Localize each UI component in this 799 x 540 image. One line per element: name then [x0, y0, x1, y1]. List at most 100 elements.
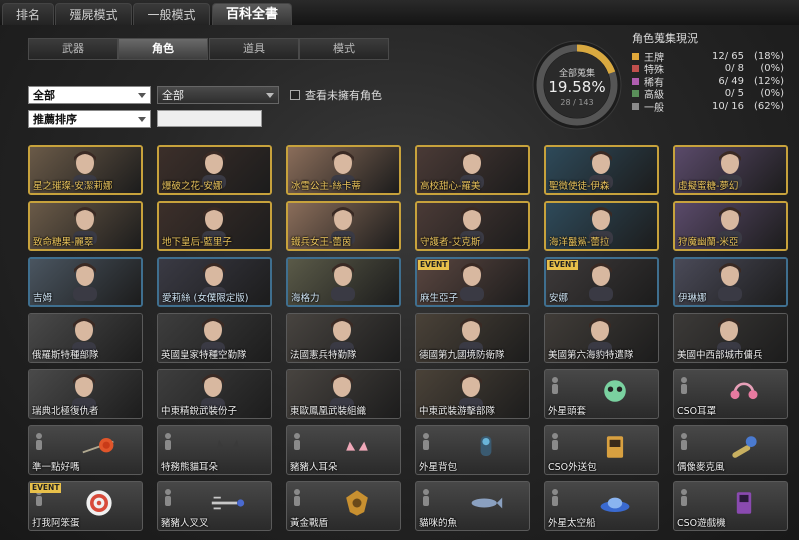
card-name: 特務熊貓耳朵 — [161, 462, 219, 473]
card-name: CSO耳罩 — [677, 406, 717, 417]
character-portrait-icon — [718, 263, 742, 301]
item-icon — [732, 436, 757, 458]
character-card[interactable]: 地下皇后-藍里子 — [157, 201, 272, 251]
card-name: 麻生亞子 — [420, 293, 459, 304]
character-card[interactable]: EVENT 打我阿笨蛋 — [28, 481, 143, 531]
character-card[interactable]: 德國第九國境防衛隊 — [415, 313, 530, 363]
character-card[interactable]: 外星背包 — [415, 425, 530, 475]
character-card[interactable]: 東歐鳳凰武裝組織 — [286, 369, 401, 419]
card-name: 俄羅斯特種部隊 — [32, 350, 99, 361]
card-name: 海洋鬣鯊-蕾拉 — [549, 237, 610, 248]
character-card[interactable]: 俄羅斯特種部隊 — [28, 313, 143, 363]
character-card[interactable]: 守護者-艾克斯 — [415, 201, 530, 251]
character-card[interactable]: EVENT 麻生亞子 — [415, 257, 530, 307]
event-badge: EVENT — [418, 260, 450, 270]
character-card[interactable]: 伊琳娜 — [673, 257, 788, 307]
card-name: 打我阿笨蛋 — [32, 518, 80, 529]
card-name: 聖徵使徒-伊森 — [549, 181, 610, 192]
character-card[interactable]: 特務熊貓耳朵 — [157, 425, 272, 475]
character-card[interactable]: 虛擬蜜糖-夢幻 — [673, 145, 788, 195]
character-card[interactable]: 聖徵使徒-伊森 — [544, 145, 659, 195]
tab-encyclopedia[interactable]: 百科全書 — [212, 3, 292, 26]
mannequin-icon — [294, 433, 300, 450]
event-badge: EVENT — [547, 260, 579, 270]
character-card[interactable]: 外星頭套 — [544, 369, 659, 419]
card-name: 法國憲兵特勤隊 — [290, 350, 357, 361]
card-name: 瑞典北極復仇者 — [32, 406, 99, 417]
subtab-characters[interactable]: 角色 — [118, 38, 208, 60]
stats-rows: 王牌 12/ 65 (18%) 特殊 0/ 8 (0%) 稀有 6/ 49 (12%) 高級 0/ … — [632, 50, 797, 114]
card-name: 虛擬蜜糖-夢幻 — [678, 181, 739, 192]
character-card[interactable]: 法國憲兵特勤隊 — [286, 313, 401, 363]
character-card[interactable]: 瑞典北極復仇者 — [28, 369, 143, 419]
card-name: 致命糖果-麗翠 — [33, 237, 94, 248]
card-name: 高校甜心-羅美 — [420, 181, 481, 192]
character-card[interactable]: 美國中西部城市傭兵 — [673, 313, 788, 363]
stats-name: 一般 — [644, 102, 664, 114]
mannequin-icon — [552, 377, 558, 394]
character-card[interactable]: 貓咪的魚 — [415, 481, 530, 531]
show-unowned-checkbox[interactable]: 查看未擁有角色 — [290, 87, 382, 103]
character-card[interactable]: 鐵兵女王-蕾茵 — [286, 201, 401, 251]
card-name: 黃金戰盾 — [290, 518, 329, 529]
card-name: 守護者-艾克斯 — [420, 237, 481, 248]
category-dropdown[interactable]: 全部 — [28, 86, 151, 104]
item-icon — [480, 436, 492, 456]
subtab-items[interactable]: 道具 — [209, 38, 299, 60]
subtab-modes[interactable]: 模式 — [299, 38, 389, 60]
card-name: 東歐鳳凰武裝組織 — [290, 406, 367, 417]
character-card[interactable]: 高校甜心-羅美 — [415, 145, 530, 195]
tab-normal-mode[interactable]: 一般模式 — [133, 3, 210, 26]
character-card[interactable]: 豬豬人耳朵 — [286, 425, 401, 475]
character-card[interactable]: CSO外送包 — [544, 425, 659, 475]
checkbox-label: 查看未擁有角色 — [305, 89, 382, 102]
tab-ranking[interactable]: 排名 — [2, 3, 54, 26]
character-card[interactable]: EVENT 安娜 — [544, 257, 659, 307]
chevron-down-icon — [266, 93, 274, 98]
color-swatch — [632, 52, 639, 60]
character-card[interactable]: 海格力 — [286, 257, 401, 307]
type-dropdown-value: 全部 — [162, 89, 184, 102]
type-dropdown[interactable]: 全部 — [157, 86, 279, 104]
character-card[interactable]: 愛莉絲 (女僕限定版) — [157, 257, 272, 307]
card-name: 貓咪的魚 — [419, 518, 458, 529]
character-card[interactable]: 吉姆 — [28, 257, 143, 307]
tab-zombie-mode[interactable]: 殭屍模式 — [55, 3, 132, 26]
sort-dropdown[interactable]: 推薦排序 — [28, 110, 151, 128]
card-name: 伊琳娜 — [678, 293, 707, 304]
chevron-down-icon — [138, 117, 146, 122]
item-icon — [604, 380, 626, 402]
checkbox-box[interactable] — [290, 90, 300, 100]
character-card[interactable]: 中東武裝游擊部隊 — [415, 369, 530, 419]
event-badge: EVENT — [30, 483, 62, 493]
character-card[interactable]: 中東精銳武裝份子 — [157, 369, 272, 419]
character-card[interactable]: 美國第六海豹特遣隊 — [544, 313, 659, 363]
card-name: 星之璀璨-安潔莉娜 — [33, 181, 113, 192]
character-card[interactable]: 冰雪公主-絲卡蒂 — [286, 145, 401, 195]
stats-value: 10/ 16 — [712, 100, 744, 112]
character-card[interactable]: 星之璀璨-安潔莉娜 — [28, 145, 143, 195]
character-card[interactable]: 外星太空船 — [544, 481, 659, 531]
character-card[interactable]: 黃金戰盾 — [286, 481, 401, 531]
character-card[interactable]: 英國皇家特種空勤隊 — [157, 313, 272, 363]
character-portrait-icon — [73, 263, 97, 301]
stats-title: 角色蒐集現況 — [632, 32, 698, 45]
character-card[interactable]: 偶像麥克風 — [673, 425, 788, 475]
mannequin-icon — [294, 489, 300, 506]
item-icon — [730, 382, 758, 400]
character-card[interactable]: CSO耳罩 — [673, 369, 788, 419]
character-card[interactable]: 豬豬人叉叉 — [157, 481, 272, 531]
mannequin-icon — [552, 433, 558, 450]
character-card[interactable]: 致命糖果-麗翠 — [28, 201, 143, 251]
character-card[interactable]: 海洋鬣鯊-蕾拉 — [544, 201, 659, 251]
character-card[interactable]: 準一點好嗎 — [28, 425, 143, 475]
top-tab-bar: 排名 殭屍模式 一般模式 百科全書 — [0, 0, 799, 26]
card-name: 安娜 — [549, 293, 569, 304]
subtab-weapons[interactable]: 武器 — [28, 38, 118, 60]
character-card[interactable]: 狩魔幽蘭-米亞 — [673, 201, 788, 251]
item-icon — [736, 492, 752, 514]
color-swatch — [632, 102, 639, 110]
character-card[interactable]: 爆破之花-安娜 — [157, 145, 272, 195]
search-input[interactable] — [157, 110, 262, 127]
character-card[interactable]: CSO遊戲機 — [673, 481, 788, 531]
